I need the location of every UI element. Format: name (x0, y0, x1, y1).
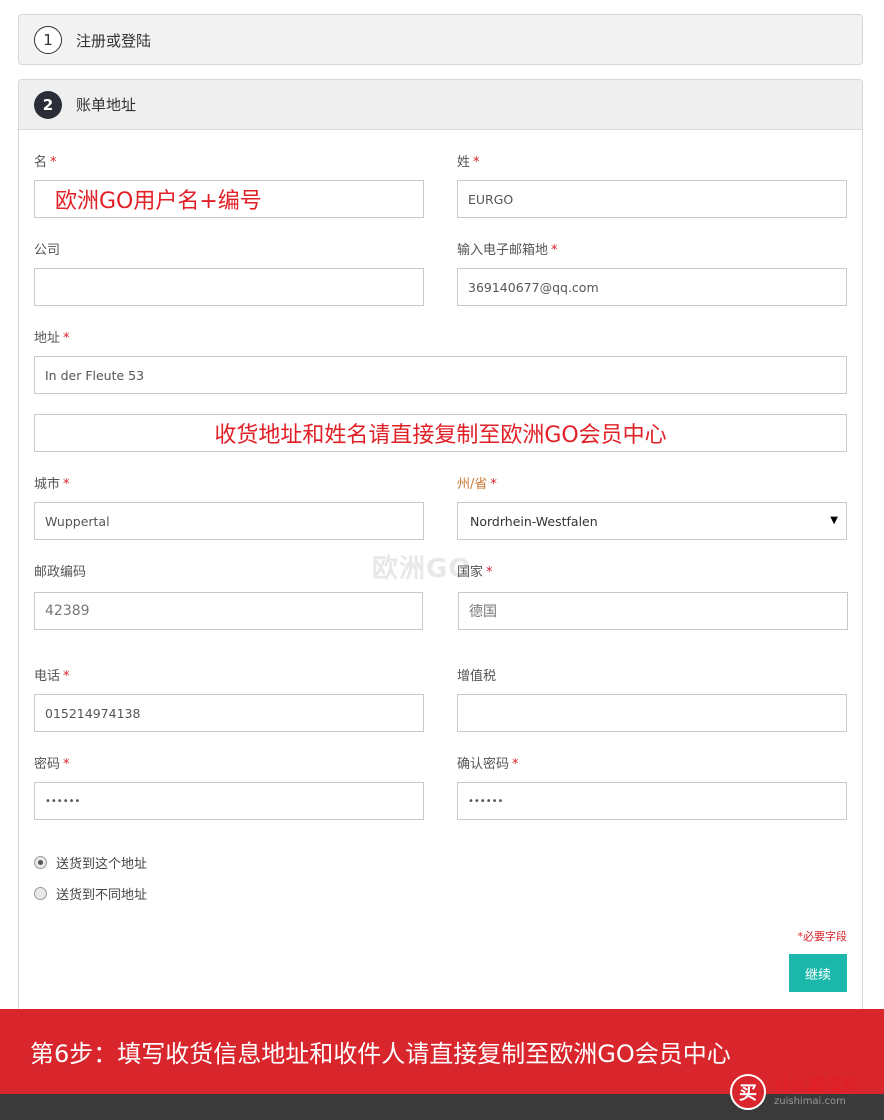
brand-name: 什么最值买 (774, 1076, 859, 1096)
city-label: 城市 * (34, 477, 70, 492)
ship-same-address-option[interactable]: 送货到这个地址 (34, 853, 147, 872)
first-name-input[interactable]: 欧洲GO用户名+编号 (34, 180, 424, 218)
address-label: 地址 * (34, 331, 70, 346)
country-input[interactable]: 德国 (458, 592, 848, 630)
password-label: 密码 * (34, 757, 70, 772)
radio-label: 送货到这个地址 (56, 857, 148, 872)
continue-button[interactable]: 继续 (789, 954, 847, 992)
dropdown-arrow-icon: ▼ (830, 515, 838, 526)
company-label: 公司 (34, 243, 61, 258)
radio-button-selected[interactable] (34, 856, 47, 869)
postcode-label: 邮政编码 (34, 565, 87, 580)
step-title: 账单地址 (76, 96, 137, 114)
step-register-login[interactable]: 1 注册或登陆 (18, 14, 863, 65)
phone-input[interactable]: 015214974138 (34, 694, 424, 732)
step-header[interactable]: 1 注册或登陆 (19, 15, 862, 65)
confirm-password-label: 确认密码 * (457, 757, 519, 772)
address-input[interactable]: In der Fleute 53 (34, 356, 847, 394)
step-number: 2 (34, 90, 62, 119)
phone-label: 电话 * (34, 669, 70, 684)
last-name-input[interactable]: EURGO (457, 180, 847, 218)
required-fields-note: *必要字段 (797, 930, 848, 943)
brand-logo: 买 什么最值买 zuishimai.com (730, 1074, 859, 1110)
state-label: 州/省 * (457, 477, 497, 492)
step-number: 1 (34, 26, 62, 54)
email-label: 输入电子邮箱地 * (457, 243, 558, 258)
radio-label: 送货到不同地址 (56, 888, 148, 903)
radio-button[interactable] (34, 887, 47, 900)
step-title: 注册或登陆 (76, 31, 152, 50)
last-name-label: 姓 * (457, 155, 480, 170)
vat-input[interactable] (457, 694, 847, 732)
postcode-input[interactable]: 42389 (34, 592, 423, 630)
city-input[interactable]: Wuppertal (34, 502, 424, 540)
country-label: 国家 * (457, 565, 493, 580)
email-input[interactable]: 369140677@qq.com (457, 268, 847, 306)
state-select[interactable]: Nordrhein-Westfalen ▼ (457, 502, 847, 540)
confirm-password-input[interactable]: •••••• (457, 782, 847, 820)
first-name-label: 名 * (34, 155, 57, 170)
password-input[interactable]: •••••• (34, 782, 424, 820)
brand-logo-icon: 买 (730, 1074, 766, 1110)
ship-different-address-option[interactable]: 送货到不同地址 (34, 884, 147, 903)
brand-url: zuishimai.com (774, 1096, 846, 1107)
address-notice-box[interactable]: 收货地址和姓名请直接复制至欧洲GO会员中心 (34, 414, 847, 452)
vat-label: 增值税 (457, 669, 497, 684)
company-input[interactable] (34, 268, 424, 306)
step-header[interactable]: 2 账单地址 (19, 80, 862, 130)
